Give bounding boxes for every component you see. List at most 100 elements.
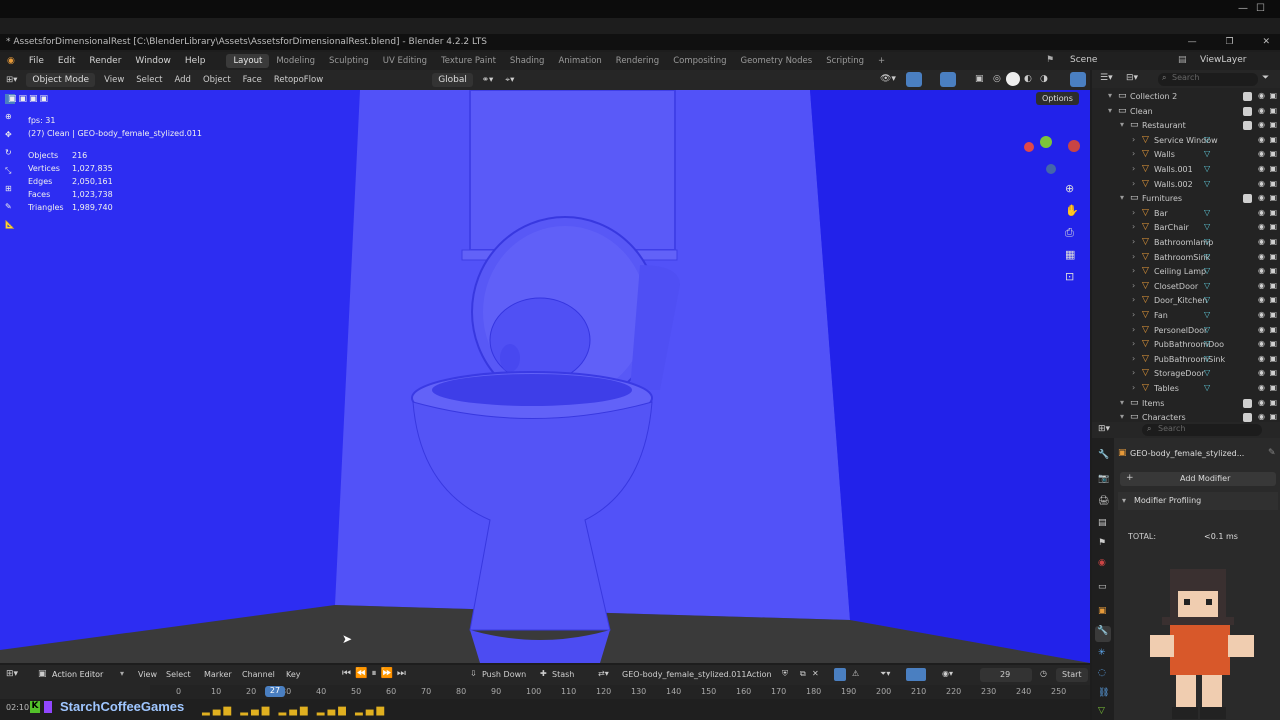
dopesheet-editor-icon[interactable]: ⊞▾	[6, 669, 18, 679]
visibility-eye-icon[interactable]: ◉	[1258, 193, 1265, 202]
snap-icon[interactable]: ⌖▾	[499, 73, 520, 87]
fake-user-icon[interactable]: ⛨	[782, 669, 788, 679]
exclude-checkbox[interactable]	[1243, 92, 1252, 101]
playback-controls-icon[interactable]: ⏮⏪⏸⏩⏭	[342, 668, 410, 679]
expand-chevron-icon[interactable]: ›	[1132, 149, 1135, 158]
render-camera-icon[interactable]: ▣	[1269, 412, 1277, 421]
sidebar-toggle-icon[interactable]	[1070, 72, 1086, 87]
expand-chevron-icon[interactable]: ›	[1132, 222, 1135, 231]
action-browse-icon[interactable]: ⇄▾	[598, 669, 609, 678]
tool-tab-icon[interactable]: 🔧	[1098, 450, 1109, 460]
outliner-row[interactable]: › ▽ BathroomSink ▽ ◉ ▣	[1092, 251, 1280, 265]
display-mode-icon[interactable]: ⊟▾	[1126, 73, 1138, 83]
collection-tab-icon[interactable]: ▭	[1098, 582, 1107, 592]
mesh-data-icon[interactable]: ▽	[1204, 266, 1210, 275]
mesh-data-icon[interactable]: ▽	[1204, 222, 1210, 231]
visibility-eye-icon[interactable]: ◉	[1258, 281, 1265, 290]
expand-chevron-icon[interactable]: ›	[1132, 281, 1135, 290]
tab-scripting[interactable]: Scripting	[819, 54, 871, 68]
menu-file[interactable]: File	[22, 56, 51, 66]
expand-chevron-icon[interactable]: ▾	[1108, 91, 1112, 100]
render-camera-icon[interactable]: ▣	[1269, 310, 1277, 319]
modifier-object-name[interactable]: GEO-body_female_stylized...	[1130, 449, 1244, 458]
visibility-eye-icon[interactable]: ◉	[1258, 91, 1265, 100]
solid-shading-icon[interactable]	[1006, 72, 1020, 86]
proportional-icon[interactable]: ◉▾	[942, 669, 953, 678]
mesh-data-icon[interactable]: ▽	[1204, 354, 1210, 363]
tab-sculpting[interactable]: Sculpting	[322, 54, 376, 68]
editor-type-icon[interactable]: ⊞▾	[0, 73, 23, 87]
menu-tl-view[interactable]: View	[138, 670, 157, 679]
options-button[interactable]: Options	[1036, 92, 1079, 105]
pan-hand-icon[interactable]: ✋	[1065, 204, 1079, 217]
scale-tool-icon[interactable]: ⤡	[5, 166, 11, 176]
world-tab-icon[interactable]: ◉	[1098, 558, 1106, 568]
outliner-row[interactable]: › ▽ Door_Kitchen ▽ ◉ ▣	[1092, 294, 1280, 308]
expand-chevron-icon[interactable]: ▾	[1120, 412, 1124, 421]
outliner-row[interactable]: ▾ ▭ Furnitures ◉ ▣	[1092, 192, 1280, 206]
render-camera-icon[interactable]: ▣	[1269, 91, 1277, 100]
mesh-data-icon[interactable]: ▽	[1204, 310, 1210, 319]
outliner-search-input[interactable]: Search	[1158, 73, 1258, 86]
render-camera-icon[interactable]: ▣	[1269, 368, 1277, 377]
mesh-data-icon[interactable]: ▽	[1204, 339, 1210, 348]
tab-animation[interactable]: Animation	[551, 54, 608, 68]
measure-tool-icon[interactable]: 📐	[5, 220, 15, 229]
3d-viewport[interactable]: ⊕ ✥ ↻ ⤡ ⊞ ✎ 📐 ▣▣▣▣ fps: 31 (27) Clean | …	[0, 90, 1090, 663]
timeline-tracks[interactable]: 02:10 K StarchCoffeeGames ▂▄▆ ▂▄▆ ▂▄▆ ▂▄…	[0, 699, 1090, 720]
expand-chevron-icon[interactable]: ›	[1132, 252, 1135, 261]
expand-chevron-icon[interactable]: ›	[1132, 295, 1135, 304]
render-camera-icon[interactable]: ▣	[1269, 237, 1277, 246]
exclude-checkbox[interactable]	[1243, 413, 1252, 422]
add-workspace-button[interactable]: +	[871, 54, 892, 68]
filter-icon[interactable]: ⏷	[1262, 73, 1269, 83]
visibility-eye-icon[interactable]: ◉	[1258, 179, 1265, 188]
outliner-row[interactable]: › ▽ Walls.001 ▽ ◉ ▣	[1092, 163, 1280, 177]
menu-help[interactable]: Help	[178, 56, 213, 66]
outliner-row[interactable]: ▾ ▭ Clean ◉ ▣	[1092, 105, 1280, 119]
render-camera-icon[interactable]: ▣	[1269, 354, 1277, 363]
menu-view[interactable]: View	[98, 73, 130, 87]
visibility-icon[interactable]: 👁▾	[880, 74, 896, 84]
outliner-editor-icon[interactable]: ☰▾	[1100, 73, 1113, 83]
tab-texture-paint[interactable]: Texture Paint	[434, 54, 503, 68]
menu-add[interactable]: Add	[169, 73, 197, 87]
expand-chevron-icon[interactable]: ›	[1132, 325, 1135, 334]
render-camera-icon[interactable]: ▣	[1269, 106, 1277, 115]
render-camera-icon[interactable]: ▣	[1269, 339, 1277, 348]
unlink-action-icon[interactable]: ✕	[812, 669, 819, 678]
expand-chevron-icon[interactable]: ›	[1132, 208, 1135, 217]
menu-tl-marker[interactable]: Marker	[204, 670, 232, 679]
properties-search-input[interactable]: Search	[1142, 424, 1262, 436]
render-tab-icon[interactable]: 📷	[1098, 474, 1109, 484]
visibility-eye-icon[interactable]: ◉	[1258, 222, 1265, 231]
visibility-eye-icon[interactable]: ◉	[1258, 398, 1265, 407]
render-camera-icon[interactable]: ▣	[1269, 252, 1277, 261]
mesh-data-icon[interactable]: ▽	[1204, 135, 1210, 144]
overlay-toggle-icon[interactable]	[940, 72, 956, 87]
render-camera-icon[interactable]: ▣	[1269, 135, 1277, 144]
visibility-eye-icon[interactable]: ◉	[1258, 266, 1265, 275]
show-errors-icon[interactable]: ⚠	[852, 669, 859, 678]
outliner-row[interactable]: › ▽ Ceiling Lamp ▽ ◉ ▣	[1092, 265, 1280, 279]
expand-chevron-icon[interactable]: ›	[1132, 237, 1135, 246]
blender-logo-icon[interactable]: ◉	[0, 56, 22, 66]
render-camera-icon[interactable]: ▣	[1269, 120, 1277, 129]
visibility-eye-icon[interactable]: ◉	[1258, 164, 1265, 173]
x-axis-icon[interactable]	[1024, 142, 1034, 152]
menu-object[interactable]: Object	[197, 73, 237, 87]
tab-modeling[interactable]: Modeling	[269, 54, 322, 68]
render-camera-icon[interactable]: ▣	[1269, 164, 1277, 173]
tab-geometry-nodes[interactable]: Geometry Nodes	[733, 54, 819, 68]
tab-layout[interactable]: Layout	[226, 54, 270, 68]
particles-tab-icon[interactable]: ✳	[1098, 648, 1106, 658]
menu-select[interactable]: Select	[130, 73, 168, 87]
properties-editor-icon[interactable]: ⊞▾	[1098, 424, 1110, 434]
mesh-data-icon[interactable]: ▽	[1204, 208, 1210, 217]
push-down-button[interactable]: Push Down	[482, 670, 526, 679]
outliner-row[interactable]: ▾ ▭ Items ◉ ▣	[1092, 397, 1280, 411]
add-modifier-button[interactable]: + Add Modifier	[1120, 472, 1276, 486]
mesh-data-icon[interactable]: ▽	[1204, 295, 1210, 304]
stash-button[interactable]: Stash	[552, 670, 574, 679]
only-selected-icon[interactable]	[834, 668, 846, 681]
